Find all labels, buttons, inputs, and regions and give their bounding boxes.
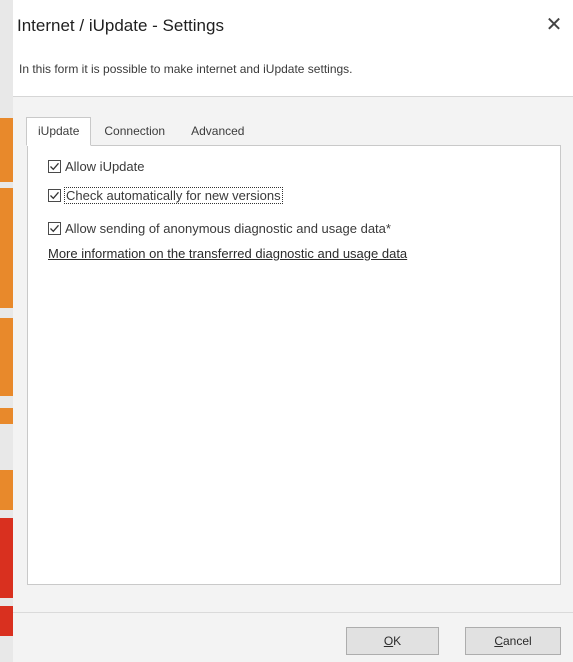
tab-connection[interactable]: Connection <box>91 118 178 145</box>
edge-orange-segment <box>0 470 13 510</box>
allow-diagnostic-data-label: Allow sending of anonymous diagnostic an… <box>65 221 391 236</box>
settings-dialog: Internet / iUpdate - Settings In this fo… <box>0 0 573 662</box>
diagnostic-info-link[interactable]: More information on the transferred diag… <box>48 246 407 261</box>
edge-red-segment <box>0 518 13 598</box>
checkmark-icon <box>50 191 59 200</box>
edge-red-segment <box>0 606 13 636</box>
cancel-button[interactable]: Cancel <box>465 627 561 655</box>
dialog-header: Internet / iUpdate - Settings In this fo… <box>13 0 573 97</box>
tab-strip: iUpdate Connection Advanced <box>26 117 257 146</box>
dialog-subtitle: In this form it is possible to make inte… <box>19 62 353 76</box>
background-app-edge <box>0 0 13 662</box>
check-automatically-checkbox[interactable] <box>48 189 61 202</box>
allow-diagnostic-data-checkbox[interactable] <box>48 222 61 235</box>
cancel-button-label: ancel <box>502 634 532 648</box>
footer-divider <box>13 612 573 613</box>
edge-orange-segment <box>0 188 13 308</box>
edge-orange-segment <box>0 408 13 424</box>
check-automatically-label: Check automatically for new versions <box>64 187 283 204</box>
allow-iupdate-label: Allow iUpdate <box>65 159 145 174</box>
allow-iupdate-row[interactable]: Allow iUpdate <box>48 159 145 174</box>
checkmark-icon <box>50 162 59 171</box>
ok-button[interactable]: OK <box>346 627 439 655</box>
dialog-title: Internet / iUpdate - Settings <box>17 16 224 35</box>
cancel-button-accelerator: C <box>494 634 503 648</box>
allow-diagnostic-data-row[interactable]: Allow sending of anonymous diagnostic an… <box>48 221 391 236</box>
tab-advanced[interactable]: Advanced <box>178 118 257 145</box>
close-icon[interactable]: ✕ <box>543 14 565 36</box>
checkmark-icon <box>50 224 59 233</box>
edge-orange-segment <box>0 318 13 396</box>
tab-iupdate[interactable]: iUpdate <box>26 117 92 146</box>
ok-button-label: K <box>393 634 402 648</box>
ok-button-accelerator: O <box>383 634 394 648</box>
iupdate-tab-panel: Allow iUpdate Check automatically for ne… <box>27 145 561 585</box>
check-automatically-row[interactable]: Check automatically for new versions <box>48 187 283 204</box>
edge-orange-segment <box>0 118 13 182</box>
allow-iupdate-checkbox[interactable] <box>48 160 61 173</box>
